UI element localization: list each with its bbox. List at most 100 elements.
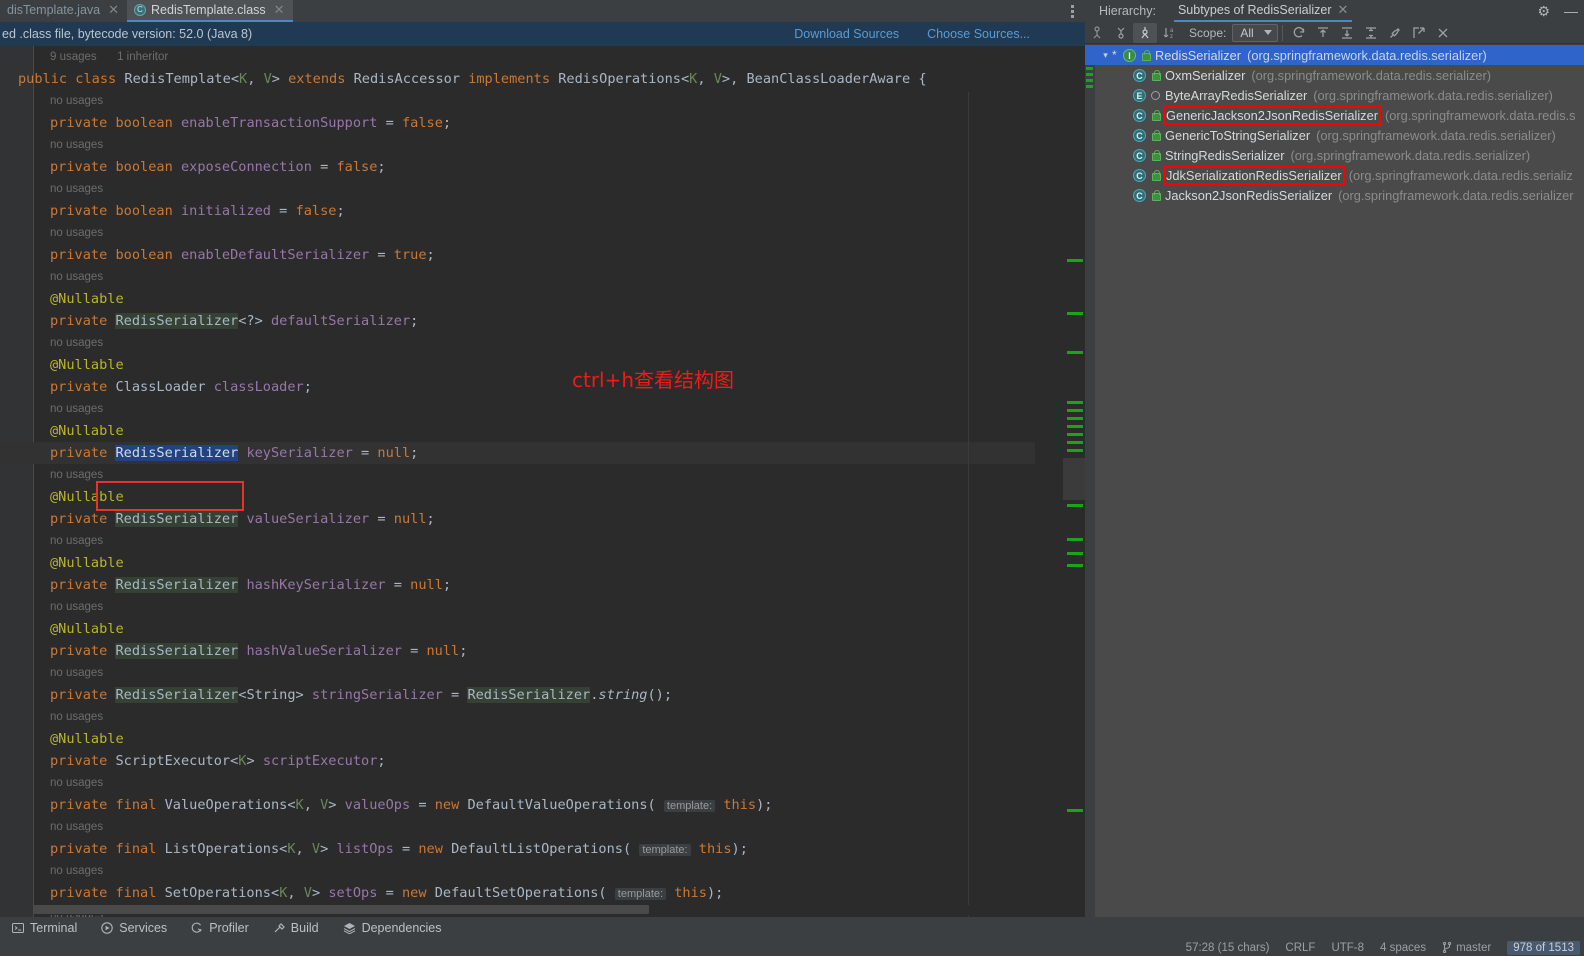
code-marker[interactable]: [1067, 564, 1083, 567]
code-line[interactable]: private final ValueOperations<K, V> valu…: [0, 794, 1035, 816]
sort-alphabetically-icon[interactable]: a z: [1157, 23, 1181, 43]
expand-all-icon[interactable]: [1311, 23, 1335, 43]
code-marker[interactable]: [1067, 538, 1083, 541]
code-marker[interactable]: [1067, 425, 1083, 428]
code-line[interactable]: @Nullable: [0, 618, 1035, 640]
code-line[interactable]: private RedisSerializer<?> defaultSerial…: [0, 310, 1035, 332]
usage-inlay-hint[interactable]: no usages: [0, 90, 1035, 112]
usage-inlay-hint[interactable]: no usages: [0, 530, 1035, 552]
status-line-separator[interactable]: CRLF: [1285, 942, 1315, 954]
usage-inlay-hint[interactable]: no usages: [0, 816, 1035, 838]
code-line[interactable]: @Nullable: [0, 728, 1035, 750]
code-line[interactable]: private final SetOperations<K, V> setOps…: [0, 882, 1035, 904]
code-line[interactable]: private ClassLoader classLoader;: [0, 376, 1035, 398]
scope-select[interactable]: All: [1232, 23, 1278, 42]
tool-button-dependencies[interactable]: Dependencies: [331, 917, 454, 939]
code-line[interactable]: @Nullable: [0, 420, 1035, 442]
hierarchy-tree[interactable]: ▾ * I RedisSerializer (org.springframework.d…: [1085, 45, 1584, 917]
open-in-editor-icon[interactable]: [1407, 23, 1431, 43]
code-line[interactable]: private RedisSerializer valueSerializer …: [0, 508, 1035, 530]
code-line[interactable]: private boolean initialized = false;: [0, 200, 1035, 222]
hierarchy-tree-node[interactable]: C JdkSerializationRedisSerializer (org.spr…: [1085, 165, 1584, 185]
usages-inlay-hint[interactable]: 9 usages 1 inheritor: [0, 46, 1035, 68]
usage-inlay-hint[interactable]: no usages: [0, 464, 1035, 486]
code-marker[interactable]: [1067, 401, 1083, 404]
status-vcs-branch[interactable]: master: [1442, 942, 1491, 954]
code-marker[interactable]: [1067, 449, 1083, 452]
code-line[interactable]: private boolean enableDefaultSerializer …: [0, 244, 1035, 266]
editor-horizontal-scrollbar[interactable]: [34, 905, 649, 914]
code-line[interactable]: @Nullable: [0, 552, 1035, 574]
code-marker[interactable]: [1067, 552, 1083, 555]
tab-subtypes-of-redisserializer[interactable]: Subtypes of RedisSerializer ✕: [1173, 0, 1353, 22]
code-line[interactable]: private boolean exposeConnection = false…: [0, 156, 1035, 178]
subtypes-hierarchy-icon[interactable]: [1109, 23, 1133, 43]
hierarchy-tree-node[interactable]: ▾ * I RedisSerializer (org.springframework.d…: [1085, 45, 1584, 65]
hierarchy-tree-node[interactable]: E ByteArrayRedisSerializer (org.springfram…: [1085, 85, 1584, 105]
supertypes-hierarchy-icon[interactable]: [1085, 23, 1109, 43]
tool-button-services[interactable]: Services: [89, 917, 179, 939]
tool-button-terminal[interactable]: Terminal: [0, 917, 89, 939]
usage-inlay-hint[interactable]: no usages: [0, 860, 1035, 882]
usage-inlay-hint[interactable]: no usages: [0, 772, 1035, 794]
editor-tab-redistemplate-class[interactable]: C RedisTemplate.class ✕: [127, 0, 293, 22]
gear-icon[interactable]: ⚙: [1537, 3, 1550, 20]
usage-inlay-hint[interactable]: no usages: [0, 332, 1035, 354]
code-marker[interactable]: [1067, 259, 1083, 262]
editor-tab-redistemplate-java[interactable]: disTemplate.java ✕: [0, 0, 127, 22]
code-marker[interactable]: [1067, 312, 1083, 315]
code-line[interactable]: private RedisSerializer hashValueSeriali…: [0, 640, 1035, 662]
status-encoding[interactable]: UTF-8: [1331, 942, 1364, 954]
collapse-nodes-icon[interactable]: [1359, 23, 1383, 43]
hierarchy-tree-node[interactable]: C OxmSerializer (org.springframework.data.…: [1085, 65, 1584, 85]
status-caret-position[interactable]: 57:28 (15 chars): [1186, 942, 1270, 954]
refresh-icon[interactable]: [1287, 23, 1311, 43]
code-editor[interactable]: 9 usages 1 inheritor public class RedisT…: [0, 46, 1085, 917]
usage-inlay-hint[interactable]: no usages: [0, 706, 1035, 728]
code-marker[interactable]: [1067, 504, 1083, 507]
usage-inlay-hint[interactable]: no usages: [0, 662, 1035, 684]
code-line[interactable]: private RedisSerializer keySerializer = …: [0, 442, 1035, 464]
close-icon[interactable]: ✕: [1338, 2, 1349, 18]
usage-inlay-hint[interactable]: no usages: [0, 596, 1035, 618]
hierarchy-tree-node[interactable]: C GenericJackson2JsonRedisSerializer (org.…: [1085, 105, 1584, 125]
usage-inlay-hint[interactable]: no usages: [0, 222, 1035, 244]
usage-inlay-hint[interactable]: no usages: [0, 266, 1035, 288]
close-icon[interactable]: ✕: [108, 2, 119, 18]
hierarchy-tree-node[interactable]: C GenericToStringSerializer (org.springfra…: [1085, 125, 1584, 145]
usage-inlay-hint[interactable]: no usages: [0, 134, 1035, 156]
hierarchy-tree-node[interactable]: C StringRedisSerializer (org.springframewo…: [1085, 145, 1584, 165]
close-icon[interactable]: ✕: [274, 2, 285, 18]
code-line[interactable]: private RedisSerializer hashKeySerialize…: [0, 574, 1035, 596]
usage-inlay-hint[interactable]: no usages: [0, 178, 1035, 200]
tool-button-profiler[interactable]: Profiler: [179, 917, 261, 939]
choose-sources-link[interactable]: Choose Sources...: [927, 27, 1030, 41]
code-content[interactable]: 9 usages 1 inheritor public class RedisT…: [0, 46, 1035, 917]
code-line[interactable]: private boolean enableTransactionSupport…: [0, 112, 1035, 134]
code-marker[interactable]: [1067, 351, 1083, 354]
code-marker[interactable]: [1067, 409, 1083, 412]
code-line[interactable]: @Nullable: [0, 354, 1035, 376]
code-line[interactable]: private RedisSerializer<String> stringSe…: [0, 684, 1035, 706]
editor-vertical-scrollbar[interactable]: [1063, 458, 1085, 500]
close-icon[interactable]: [1431, 23, 1455, 43]
pin-icon[interactable]: [1383, 23, 1407, 43]
code-marker[interactable]: [1067, 809, 1083, 812]
hierarchy-tree-node[interactable]: C Jackson2JsonRedisSerializer (org.springf…: [1085, 185, 1584, 205]
download-sources-link[interactable]: Download Sources: [794, 27, 899, 41]
status-indent[interactable]: 4 spaces: [1380, 942, 1426, 954]
code-line[interactable]: @Nullable: [0, 288, 1035, 310]
class-hierarchy-icon[interactable]: [1133, 22, 1157, 43]
tool-button-build[interactable]: Build: [261, 917, 331, 939]
code-line[interactable]: private ScriptExecutor<K> scriptExecutor…: [0, 750, 1035, 772]
chevron-down-icon[interactable]: ▾: [1099, 50, 1112, 61]
usage-inlay-hint[interactable]: no usages: [0, 398, 1035, 420]
code-marker[interactable]: [1067, 441, 1083, 444]
more-vertical-icon[interactable]: [1065, 2, 1079, 20]
code-line[interactable]: private final ListOperations<K, V> listO…: [0, 838, 1035, 860]
code-marker[interactable]: [1067, 417, 1083, 420]
code-line[interactable]: @Nullable: [0, 486, 1035, 508]
collapse-all-icon[interactable]: [1335, 23, 1359, 43]
code-line[interactable]: public class RedisTemplate<K, V> extends…: [0, 68, 1035, 90]
minimize-icon[interactable]: —: [1564, 3, 1578, 19]
